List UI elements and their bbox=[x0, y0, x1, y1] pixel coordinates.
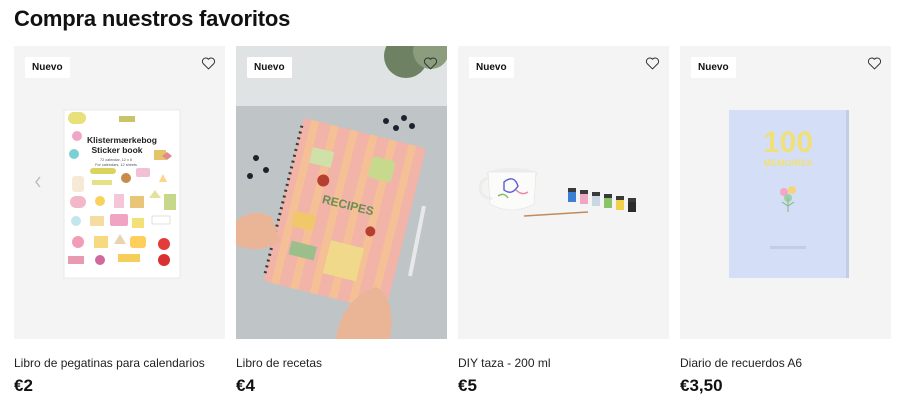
product-image[interactable]: 100 MEMORIES Nuevo bbox=[680, 46, 891, 339]
memory-journal-image: 100 MEMORIES bbox=[680, 46, 891, 339]
product-price: €3,50 bbox=[680, 376, 723, 395]
product-price: €2 bbox=[14, 376, 33, 395]
product-name[interactable]: Libro de recetas bbox=[236, 356, 322, 370]
recipe-book-image: RECIPES bbox=[236, 46, 447, 339]
product-name[interactable]: DIY taza - 200 ml bbox=[458, 356, 550, 370]
product-card[interactable]: Nuevo DIY taza - 200 ml €5 bbox=[458, 46, 669, 400]
product-name[interactable]: Libro de pegatinas para calendarios bbox=[14, 356, 205, 370]
cover-subtitle-2: For calendars, 12 sheets bbox=[95, 163, 137, 167]
heart-outline-icon[interactable] bbox=[199, 54, 217, 72]
new-badge: Nuevo bbox=[691, 57, 736, 78]
heart-outline-icon[interactable] bbox=[865, 54, 883, 72]
cover-number: 100 bbox=[763, 126, 813, 159]
cover-title-1: Klistermærkebog bbox=[87, 135, 157, 145]
cover-subtitle-1: 72 calendar, 12 x 6 bbox=[100, 158, 132, 162]
diy-mug-image bbox=[458, 46, 669, 339]
sticker-book-image: Klistermærkebog Sticker book 72 calendar… bbox=[14, 46, 225, 339]
new-badge: Nuevo bbox=[247, 57, 292, 78]
product-image[interactable]: RECIPES Nuevo bbox=[236, 46, 447, 339]
cover-word: MEMORIES bbox=[763, 158, 812, 168]
product-card[interactable]: 100 MEMORIES Nuevo Diario de recuerdos A… bbox=[680, 46, 891, 400]
product-price: €4 bbox=[236, 376, 255, 395]
new-badge: Nuevo bbox=[25, 57, 70, 78]
product-name[interactable]: Diario de recuerdos A6 bbox=[680, 356, 802, 370]
chevron-left-icon[interactable] bbox=[31, 172, 45, 192]
product-card[interactable]: RECIPES Nuevo Libro de recetas €4 bbox=[236, 46, 447, 400]
cover-title-2: Sticker book bbox=[91, 145, 142, 155]
product-grid: Klistermærkebog Sticker book 72 calendar… bbox=[14, 46, 892, 400]
product-image[interactable]: Klistermærkebog Sticker book 72 calendar… bbox=[14, 46, 225, 339]
product-price: €5 bbox=[458, 376, 477, 395]
product-card[interactable]: Klistermærkebog Sticker book 72 calendar… bbox=[14, 46, 225, 400]
heart-outline-icon[interactable] bbox=[643, 54, 661, 72]
section-title: Compra nuestros favoritos bbox=[14, 6, 291, 31]
product-image[interactable]: Nuevo bbox=[458, 46, 669, 339]
new-badge: Nuevo bbox=[469, 57, 514, 78]
heart-outline-icon[interactable] bbox=[421, 54, 439, 72]
